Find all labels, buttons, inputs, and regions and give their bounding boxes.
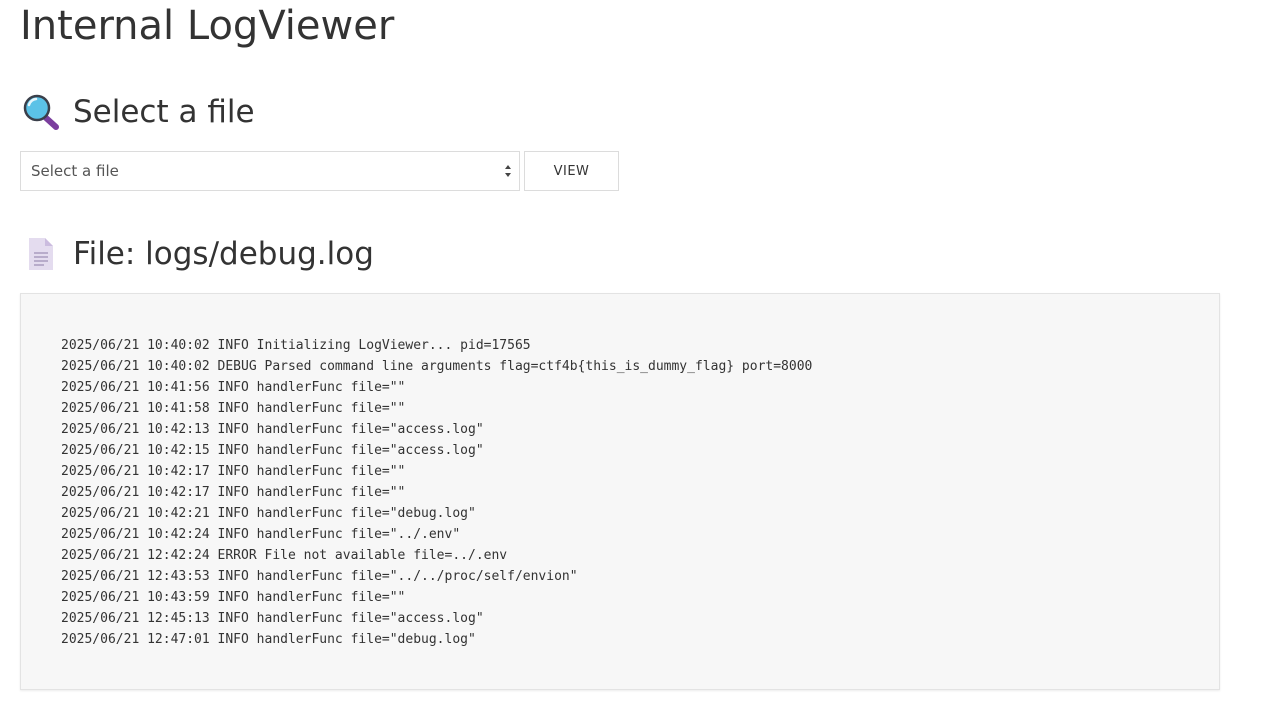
log-line: 2025/06/21 10:42:15 INFO handlerFunc fil… — [61, 443, 484, 458]
file-select-wrapper: Select a file — [20, 151, 520, 191]
select-file-heading: Select a file — [20, 92, 255, 132]
file-select[interactable]: Select a file — [21, 152, 519, 190]
log-line: 2025/06/21 10:41:58 INFO handlerFunc fil… — [61, 401, 406, 416]
log-line: 2025/06/21 10:40:02 INFO Initializing Lo… — [61, 338, 531, 353]
file-heading: File: logs/debug.log — [20, 234, 374, 274]
log-line: 2025/06/21 12:47:01 INFO handlerFunc fil… — [61, 632, 476, 647]
page: Internal LogViewer Select a file Select … — [0, 0, 1261, 728]
log-line: 2025/06/21 10:42:13 INFO handlerFunc fil… — [61, 422, 484, 437]
view-button[interactable]: VIEW — [524, 151, 619, 191]
log-line: 2025/06/21 10:42:21 INFO handlerFunc fil… — [61, 506, 476, 521]
page-title: Internal LogViewer — [20, 3, 395, 49]
log-line: 2025/06/21 10:43:59 INFO handlerFunc fil… — [61, 590, 406, 605]
magnifying-glass-icon — [20, 92, 60, 132]
log-line: 2025/06/21 12:45:13 INFO handlerFunc fil… — [61, 611, 484, 626]
log-line: 2025/06/21 10:42:17 INFO handlerFunc fil… — [61, 464, 406, 479]
log-line: 2025/06/21 12:43:53 INFO handlerFunc fil… — [61, 569, 578, 584]
select-file-heading-text: Select a file — [73, 94, 255, 130]
log-line: 2025/06/21 10:42:24 INFO handlerFunc fil… — [61, 527, 461, 542]
log-line: 2025/06/21 10:40:02 DEBUG Parsed command… — [61, 359, 813, 374]
log-line: 2025/06/21 12:42:24 ERROR File not avail… — [61, 548, 508, 563]
log-line: 2025/06/21 10:41:56 INFO handlerFunc fil… — [61, 380, 406, 395]
log-line: 2025/06/21 10:42:17 INFO handlerFunc fil… — [61, 485, 406, 500]
file-heading-text: File: logs/debug.log — [73, 236, 374, 272]
log-content: 2025/06/21 10:40:02 INFO Initializing Lo… — [20, 293, 1220, 690]
document-icon — [20, 234, 60, 274]
